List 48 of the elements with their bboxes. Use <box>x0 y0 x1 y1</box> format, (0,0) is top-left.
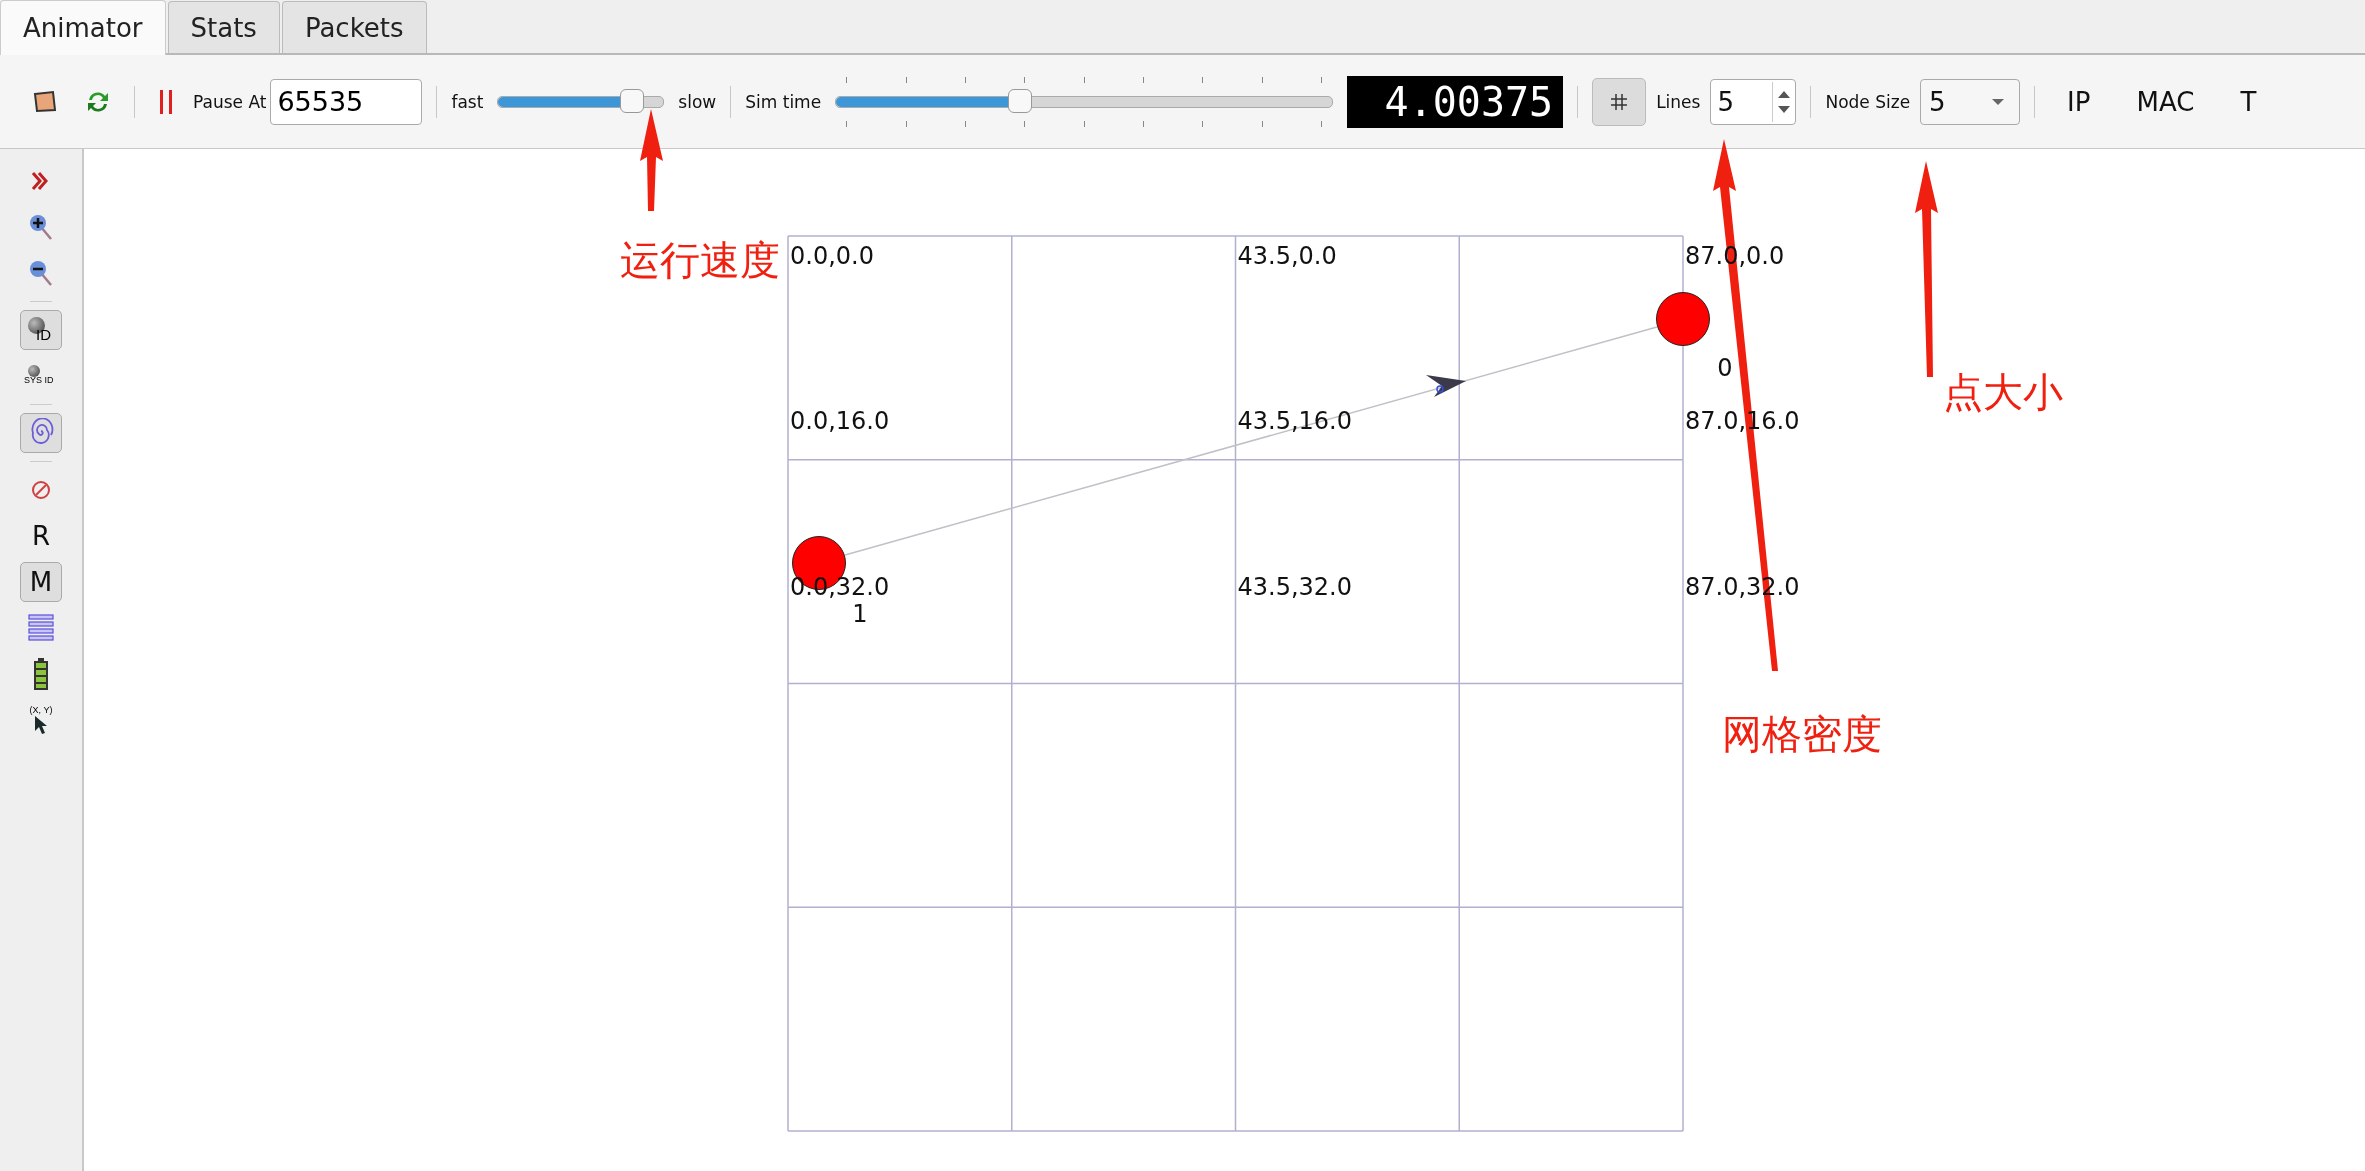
tab[interactable]: Packets <box>281 1 427 53</box>
sim-time-slider-thumb[interactable] <box>1007 88 1032 113</box>
speed-slider-thumb[interactable] <box>620 88 644 113</box>
slow-label: slow <box>678 91 717 112</box>
node-circle[interactable] <box>1656 292 1710 346</box>
pause-icon[interactable] <box>157 87 175 116</box>
pause-at-field[interactable]: 65535 <box>270 78 423 125</box>
packet-icon <box>1426 375 1466 397</box>
t-button[interactable]: T <box>2222 86 2275 117</box>
grid-icon <box>1610 92 1629 111</box>
zoom-in-icon <box>27 212 55 242</box>
no-entry-icon <box>29 478 53 502</box>
sim-time-display: 4.00375 <box>1347 75 1564 128</box>
node-label: 1 <box>851 600 869 629</box>
coordinate-label: 0.0,32.0 <box>790 573 890 602</box>
coordinate-label: 43.5,32.0 <box>1237 573 1352 602</box>
node-size-dropdown[interactable]: 5 <box>1920 78 2021 125</box>
panel-icon[interactable] <box>32 89 58 114</box>
grid-toggle-button[interactable] <box>1592 77 1647 126</box>
annotation-text: 运行速度 <box>620 236 780 284</box>
node-label: 0 <box>1716 354 1734 383</box>
sim-time-label: Sim time <box>745 91 822 112</box>
r-button[interactable]: R <box>20 516 62 556</box>
ip-button[interactable]: IP <box>2049 86 2109 117</box>
node-size-label: Node Size <box>1825 91 1911 112</box>
annotation-text: 点大小 <box>1943 368 2063 416</box>
spiral-button[interactable] <box>20 413 62 453</box>
dropdown-caret-icon <box>1991 97 2006 106</box>
zoom-out-icon <box>27 258 55 288</box>
coordinate-label: 43.5,0.0 <box>1237 242 1337 271</box>
sys-id-button[interactable]: SYS ID <box>20 356 62 396</box>
pause-at-label: Pause At <box>193 91 267 112</box>
annotation-text: 网格密度 <box>1722 710 1882 758</box>
coordinate-label: 0.0,0.0 <box>790 242 874 271</box>
tab[interactable]: Animator <box>0 0 166 55</box>
cursor-position-button[interactable]: (X, Y) <box>20 700 62 740</box>
coordinate-label: 43.5,16.0 <box>1237 407 1352 436</box>
fast-label: fast <box>451 91 484 112</box>
list-icon <box>27 612 55 644</box>
coordinate-label: 0.0,16.0 <box>790 407 890 436</box>
m-button[interactable]: M <box>20 562 62 602</box>
lines-spinbox[interactable]: 5 <box>1710 78 1797 125</box>
cursor-icon <box>33 715 49 735</box>
battery-icon <box>32 657 50 691</box>
node-id-button[interactable]: ID <box>20 310 62 350</box>
tab[interactable]: Stats <box>167 1 280 53</box>
lines-label: Lines <box>1656 91 1701 112</box>
mac-button[interactable]: MAC <box>2118 86 2213 117</box>
